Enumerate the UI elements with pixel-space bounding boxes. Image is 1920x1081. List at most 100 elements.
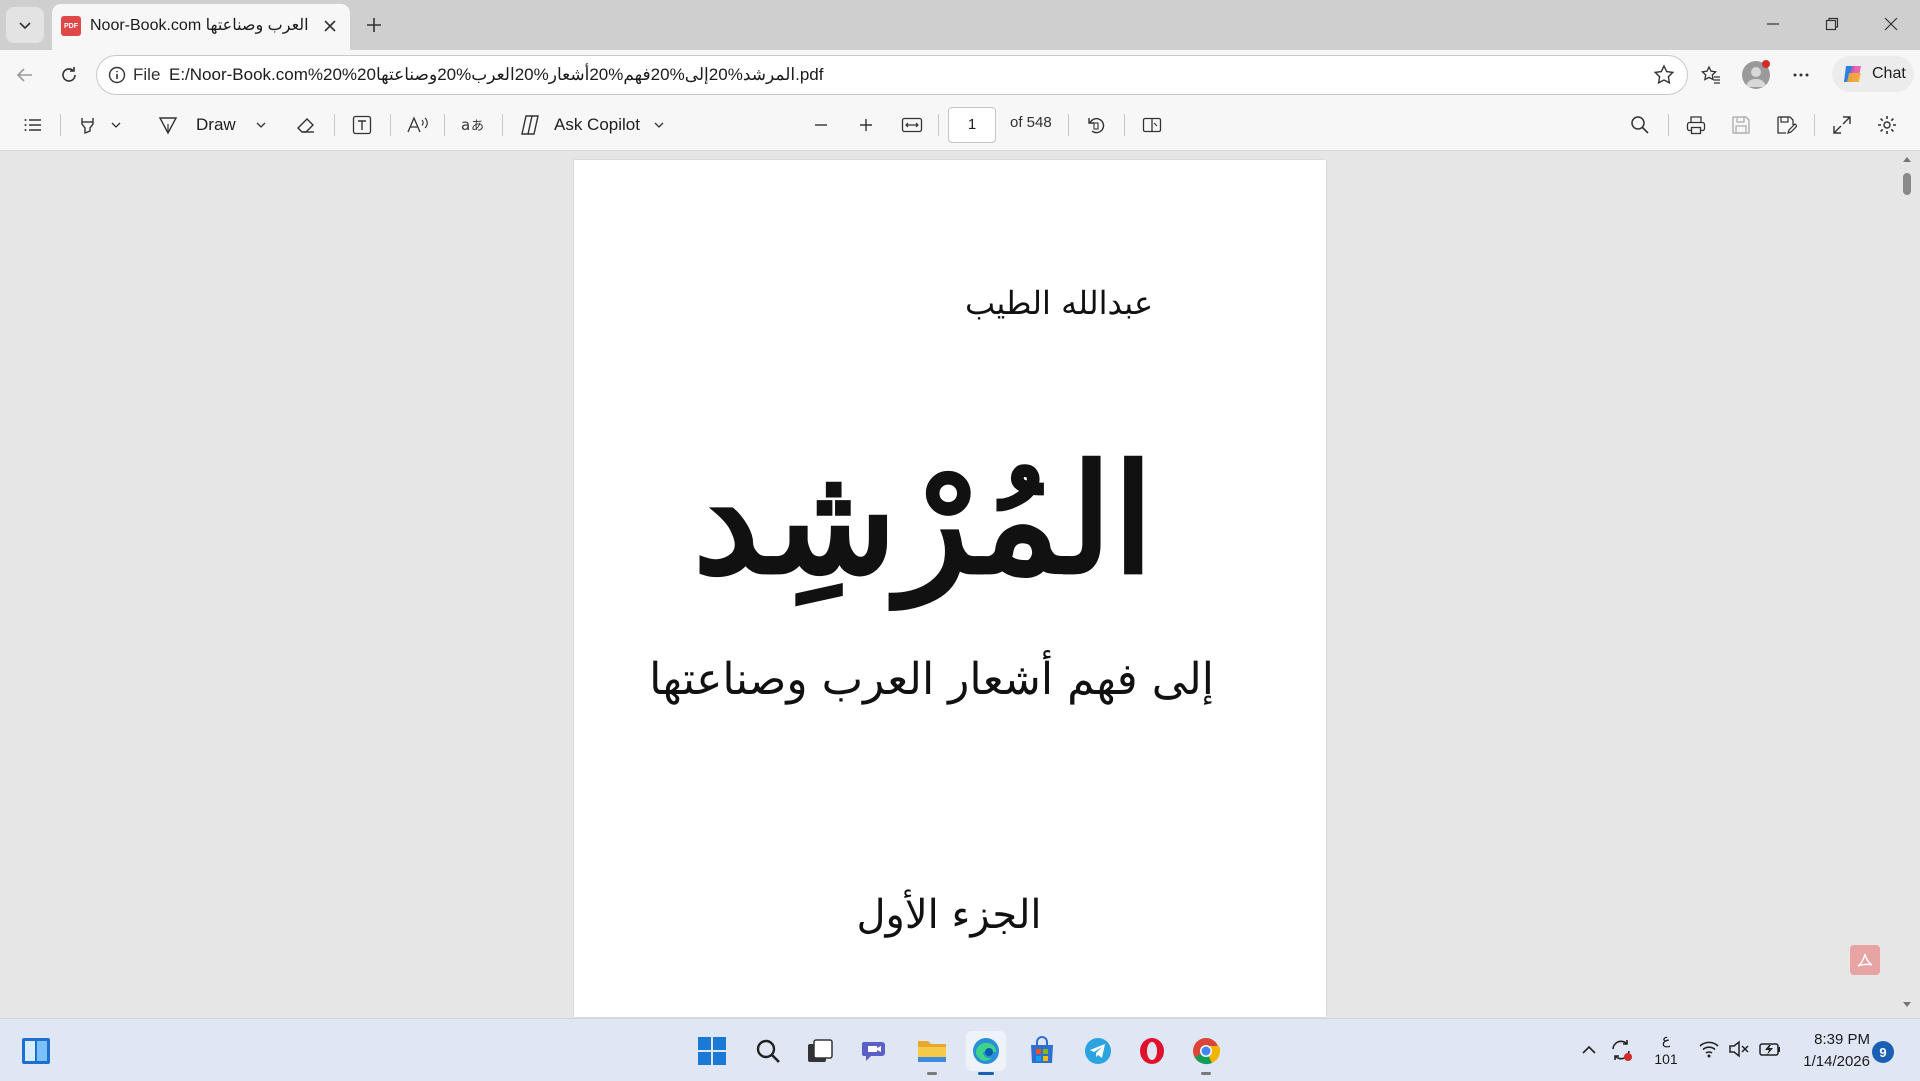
scroll-down-icon[interactable] <box>1902 1001 1912 1009</box>
sync-tray-button[interactable] <box>1608 1037 1634 1063</box>
telegram-button[interactable] <box>1078 1031 1118 1071</box>
highlight-button[interactable] <box>72 110 128 140</box>
clock-date[interactable]: 1/14/2026 <box>1788 1053 1870 1070</box>
refresh-button[interactable] <box>52 58 86 92</box>
save-button[interactable] <box>1725 110 1757 140</box>
widgets-button[interactable] <box>16 1031 56 1071</box>
add-text-button[interactable] <box>346 110 378 140</box>
acrobat-icon[interactable] <box>1850 945 1880 975</box>
new-tab-button[interactable] <box>358 9 390 41</box>
url-text[interactable]: E:/Noor-Book.com%20%20المرشد%20إلى%20فهم… <box>169 63 1569 87</box>
task-view-icon <box>808 1039 833 1062</box>
back-button[interactable] <box>8 58 42 92</box>
page-total-label: of 548 <box>1010 114 1052 131</box>
eraser-icon <box>297 118 314 133</box>
tab-list-button[interactable] <box>6 7 44 43</box>
pdf-viewer[interactable]: عبدالله الطيب المُرْشِد إلى فهم أشعار ال… <box>0 151 1920 1017</box>
address-bar[interactable]: File E:/Noor-Book.com%20%20المرشد%20إلى%… <box>96 55 1688 95</box>
toolbar-separator <box>444 114 445 136</box>
running-indicator <box>1201 1072 1211 1075</box>
chevron-down-icon <box>654 122 664 128</box>
star-icon[interactable] <box>1653 64 1675 86</box>
opera-button[interactable] <box>1132 1031 1172 1071</box>
edge-icon <box>973 1038 999 1064</box>
volume-status[interactable] <box>1728 1039 1750 1059</box>
draw-button[interactable]: Draw <box>156 110 270 140</box>
toolbar-separator <box>1814 114 1815 136</box>
copilot-icon <box>1844 66 1861 82</box>
battery-status[interactable] <box>1758 1039 1782 1059</box>
url-scheme-label: File <box>133 65 161 84</box>
store-button[interactable] <box>1022 1031 1062 1071</box>
ask-copilot-button[interactable]: Ask Copilot <box>518 110 668 140</box>
restore-button[interactable] <box>1803 0 1861 48</box>
plus-icon <box>860 119 872 131</box>
chevron-down-icon <box>256 122 266 128</box>
task-view-button[interactable] <box>800 1031 840 1071</box>
settings-button[interactable] <box>1871 110 1903 140</box>
book-volume: الجزء الأول <box>856 892 1042 938</box>
fit-width-button[interactable] <box>896 110 928 140</box>
zoom-in-button[interactable] <box>851 110 881 140</box>
close-icon <box>1884 17 1898 31</box>
clock-time[interactable]: 8:39 PM <box>1800 1031 1870 1048</box>
minimize-button[interactable] <box>1744 0 1802 48</box>
show-hidden-icons-button[interactable] <box>1580 1041 1598 1059</box>
scrollbar-thumb[interactable] <box>1903 173 1911 195</box>
file-explorer-button[interactable] <box>912 1031 952 1075</box>
info-icon[interactable] <box>107 65 127 85</box>
tab-title: Noor-Book.com عار العرب وصناعتها <box>90 17 312 34</box>
highlighter-icon <box>81 118 94 135</box>
chevron-down-icon <box>19 22 31 30</box>
battery-charging-icon <box>1759 1043 1780 1056</box>
print-button[interactable] <box>1680 110 1712 140</box>
book-title: المُرْشِد <box>692 432 1154 608</box>
toolbar-separator <box>1668 114 1669 136</box>
start-button[interactable] <box>692 1031 732 1071</box>
windows-taskbar: ع 101 8:39 PM 1/14/2026 9 <box>0 1018 1920 1081</box>
vertical-scrollbar[interactable] <box>1898 151 1916 1017</box>
zoom-out-button[interactable] <box>806 110 836 140</box>
fullscreen-button[interactable] <box>1826 110 1858 140</box>
tab-close-button[interactable] <box>318 14 342 38</box>
keyboard-layout-label[interactable]: 101 <box>1650 1051 1682 1067</box>
save-as-button[interactable] <box>1770 110 1802 140</box>
page-number-input[interactable]: 1 <box>948 107 996 143</box>
folder-icon <box>918 1041 946 1062</box>
teams-meet-button[interactable] <box>856 1031 896 1071</box>
contents-button[interactable] <box>18 110 48 140</box>
book-subtitle: إلى فهم أشعار العرب وصناعتها <box>649 654 1214 705</box>
restore-icon <box>1825 17 1839 31</box>
taskbar-search-button[interactable] <box>748 1031 788 1071</box>
toolbar-separator <box>1124 114 1125 136</box>
svg-text:a: a <box>461 116 470 134</box>
wifi-status[interactable] <box>1698 1039 1720 1059</box>
translate-button[interactable]: aあ <box>456 110 490 140</box>
favorites-button[interactable] <box>1694 58 1728 92</box>
rotate-button[interactable] <box>1080 110 1112 140</box>
page-view-button[interactable] <box>1136 110 1168 140</box>
more-menu-button[interactable] <box>1784 58 1818 92</box>
edge-button[interactable] <box>966 1031 1006 1075</box>
pdf-toolbar: Draw aあ Ask Copilot 1 of 548 <box>0 100 1920 151</box>
opera-icon <box>1140 1038 1164 1064</box>
minimize-icon <box>1767 23 1779 25</box>
print-icon <box>1686 116 1706 135</box>
read-aloud-button[interactable] <box>402 110 434 140</box>
erase-button[interactable] <box>290 110 322 140</box>
minus-icon <box>815 124 827 126</box>
tab-strip: PDF Noor-Book.com عار العرب وصناعتها <box>0 0 1920 50</box>
pen-icon <box>158 117 178 135</box>
input-language-label[interactable]: ع <box>1654 1031 1678 1048</box>
chrome-button[interactable] <box>1186 1031 1226 1075</box>
rotate-icon <box>1088 117 1105 134</box>
notification-badge[interactable]: 9 <box>1872 1041 1894 1063</box>
draw-label: Draw <box>196 115 236 134</box>
search-button[interactable] <box>1624 110 1656 140</box>
address-bar-row: File E:/Noor-Book.com%20%20المرشد%20إلى%… <box>0 50 1920 100</box>
active-tab[interactable]: PDF Noor-Book.com عار العرب وصناعتها <box>52 4 350 50</box>
close-window-button[interactable] <box>1862 0 1920 48</box>
scroll-up-icon[interactable] <box>1902 155 1912 163</box>
copilot-chat-button[interactable]: Chat <box>1832 56 1914 92</box>
list-icon <box>24 119 41 131</box>
